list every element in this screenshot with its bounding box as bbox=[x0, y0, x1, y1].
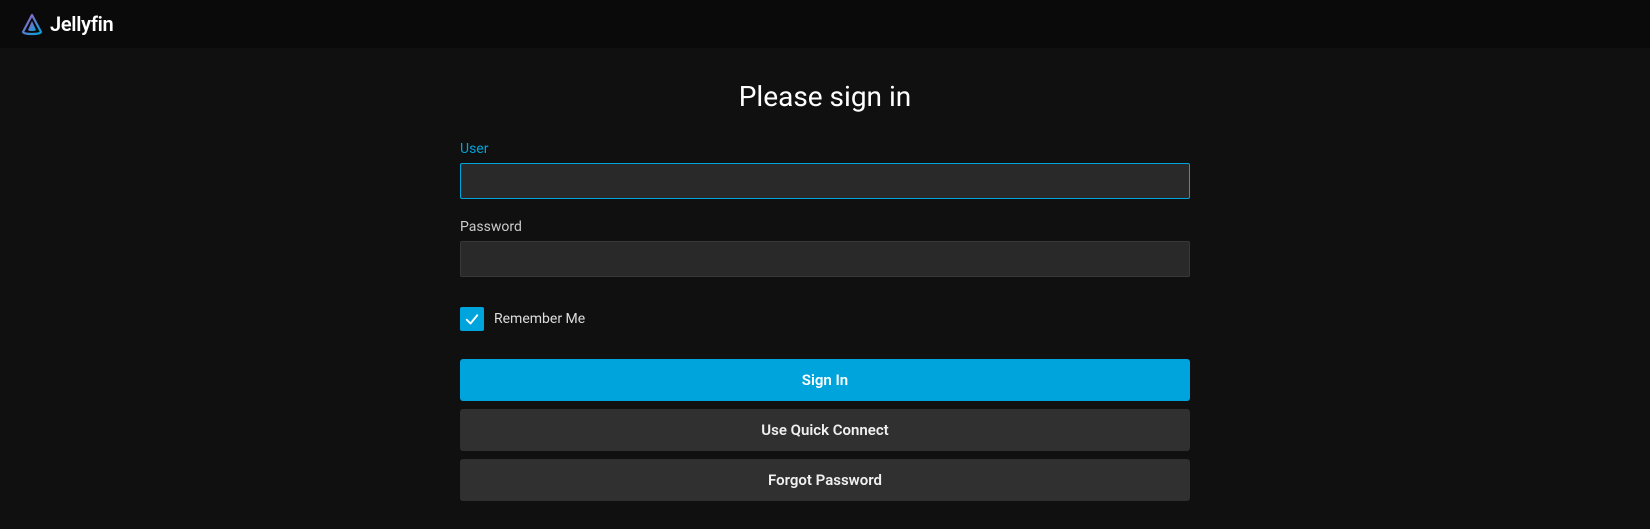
password-input[interactable] bbox=[460, 241, 1190, 277]
user-input[interactable] bbox=[460, 163, 1190, 199]
quick-connect-button[interactable]: Use Quick Connect bbox=[460, 409, 1190, 451]
remember-checkbox[interactable] bbox=[460, 307, 484, 331]
app-header: Jellyfin bbox=[0, 0, 1650, 48]
password-field-group: Password bbox=[460, 219, 1190, 277]
brand-name: Jellyfin bbox=[50, 12, 113, 36]
remember-me-row[interactable]: Remember Me bbox=[460, 307, 1190, 331]
jellyfin-logo-icon bbox=[20, 12, 44, 36]
check-icon bbox=[463, 310, 481, 328]
login-form: Please sign in User Password Remember Me… bbox=[460, 48, 1190, 501]
password-label: Password bbox=[460, 219, 1190, 235]
remember-label: Remember Me bbox=[494, 311, 585, 327]
signin-button[interactable]: Sign In bbox=[460, 359, 1190, 401]
user-label: User bbox=[460, 141, 1190, 157]
forgot-password-button[interactable]: Forgot Password bbox=[460, 459, 1190, 501]
user-field-group: User bbox=[460, 141, 1190, 199]
brand-logo[interactable]: Jellyfin bbox=[20, 12, 113, 36]
page-title: Please sign in bbox=[460, 80, 1190, 113]
